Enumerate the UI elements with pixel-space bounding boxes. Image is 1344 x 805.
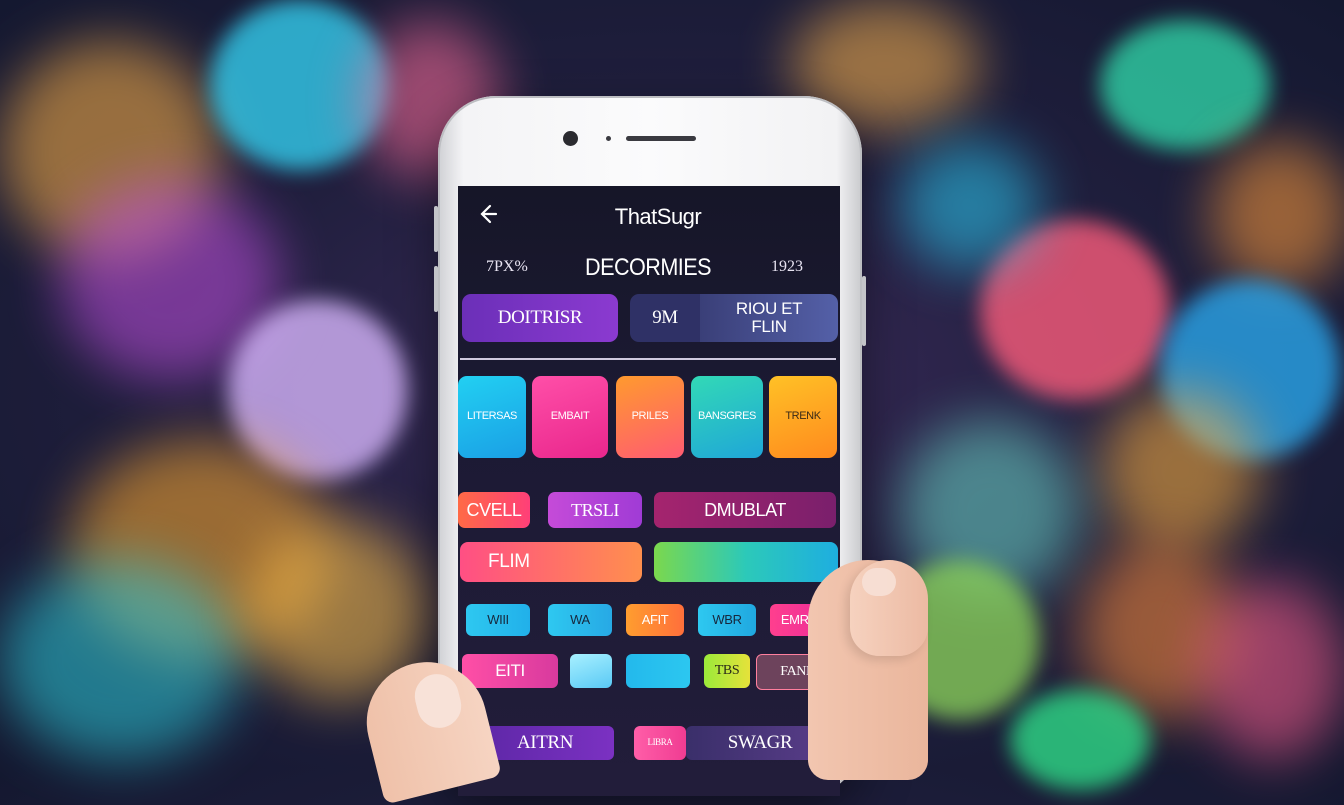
- meta-left: 7PX%: [486, 258, 528, 275]
- divider: [460, 358, 836, 360]
- segment-right-line1: RIOU ET: [735, 299, 803, 319]
- chip-button[interactable]: TBS: [704, 654, 750, 688]
- tile-button[interactable]: EMBAIT: [532, 376, 608, 458]
- smartphone: ThatSugr 7PX% DECORMIES 1923 DOITRISR 9M…: [434, 96, 866, 796]
- film-button[interactable]: FLIM: [460, 542, 642, 582]
- back-arrow-icon[interactable]: [476, 202, 500, 226]
- volume-button: [434, 206, 438, 252]
- small-chip[interactable]: WA: [548, 604, 612, 636]
- chip-button[interactable]: TRSLI: [548, 492, 642, 528]
- bottom-mini-button[interactable]: LIBRA: [634, 726, 686, 760]
- proximity-sensor: [606, 136, 611, 141]
- power-button: [862, 276, 866, 346]
- chip-button[interactable]: DMUBLAT: [654, 492, 836, 528]
- meta-right: 1923: [771, 258, 803, 275]
- small-chip[interactable]: WBR: [698, 604, 756, 636]
- tile-button[interactable]: LITERSAS: [458, 376, 526, 458]
- color-chip[interactable]: [626, 654, 690, 688]
- front-camera: [563, 131, 578, 146]
- tile-button[interactable]: TRENK: [769, 376, 837, 458]
- section-heading: DECORMIES: [585, 254, 711, 281]
- gradient-bar-button[interactable]: [654, 542, 838, 582]
- small-chip[interactable]: AFIT: [626, 604, 684, 636]
- segment-right-button[interactable]: RIOU ET FLIN: [700, 294, 838, 342]
- app-title: ThatSugr: [614, 204, 702, 229]
- tile-button[interactable]: BANSGRES: [691, 376, 763, 458]
- color-chip[interactable]: [570, 654, 612, 688]
- app-screen: ThatSugr 7PX% DECORMIES 1923 DOITRISR 9M…: [458, 186, 840, 796]
- chip-button[interactable]: EITI: [462, 654, 558, 688]
- earpiece-speaker: [626, 136, 696, 141]
- primary-button[interactable]: DOITRISR: [462, 294, 618, 342]
- tile-button[interactable]: PRILES: [616, 376, 684, 458]
- chip-button[interactable]: CVELL: [458, 492, 530, 528]
- fingernail: [862, 568, 896, 596]
- volume-button: [434, 266, 438, 312]
- segment-right-line2: FLIN: [751, 317, 787, 336]
- segment-left-button[interactable]: 9M: [630, 294, 700, 342]
- small-chip[interactable]: WIII: [466, 604, 530, 636]
